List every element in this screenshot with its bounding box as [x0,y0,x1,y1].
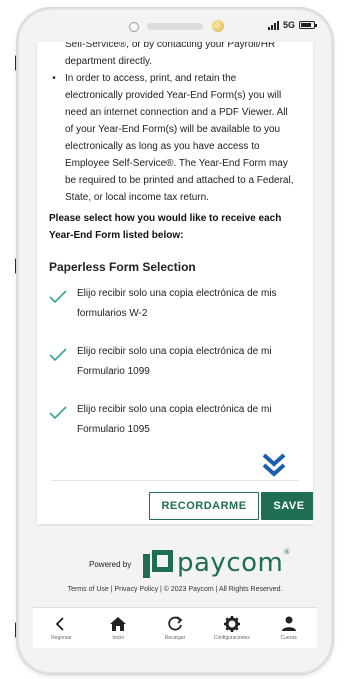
refresh-icon [168,616,183,631]
paycom-logo-icon [143,550,173,578]
option-1099[interactable]: Elijo recibir solo una copia electrónica… [49,342,305,382]
network-type: 5G [282,20,295,30]
sensor-icon [212,20,224,32]
bullet-icon: • [52,73,56,84]
consent-panel[interactable]: Self-Service®, or by contacting your Pay… [37,42,313,524]
front-camera-icon [129,22,139,32]
person-icon [281,616,296,631]
bullet-paragraph: • In order to access, print, and retain … [49,70,305,206]
selection-instruction: Please select how you would like to rece… [49,213,282,241]
battery-icon [299,21,317,29]
recordarme-button[interactable]: RECORDARME [149,492,259,520]
signal-icon [267,20,279,30]
bottom-navigation: Regresar Inicio Recargar Configuraciones… [33,607,317,648]
paycom-logo-text: paycom® [177,548,291,578]
nav-home[interactable]: Inicio [90,615,146,641]
checkmark-icon [49,348,67,362]
chevron-left-icon [56,617,65,631]
checkmark-icon [49,290,67,304]
section-title: Paperless Form Selection [49,260,196,274]
speaker-grille [147,23,203,30]
option-1095[interactable]: Elijo recibir solo una copia electrónica… [49,400,305,440]
checkmark-icon [49,406,67,420]
status-indicators: 5G [267,20,317,30]
save-button[interactable]: SAVE [261,492,313,520]
powered-by-label: Powered by [89,560,132,569]
double-chevron-down-icon [262,453,286,477]
footer-links[interactable]: Terms of Use | Privacy Policy | © 2023 P… [19,586,331,593]
home-icon [110,617,127,631]
option-w2[interactable]: Elijo recibir solo una copia electrónica… [49,284,305,324]
nav-settings[interactable]: Configuraciones [204,615,260,641]
cutoff-text: Self-Service®, or by contacting your Pay… [65,42,276,67]
nav-back[interactable]: Regresar [33,615,89,641]
divider [51,480,299,481]
nav-account[interactable]: Cuenta [261,615,317,641]
nav-reload[interactable]: Recargar [147,615,203,641]
status-bar: 5G [19,10,331,46]
phone-frame: 5G Self-Service®, or by contacting your … [17,8,333,674]
gear-icon [223,616,240,632]
